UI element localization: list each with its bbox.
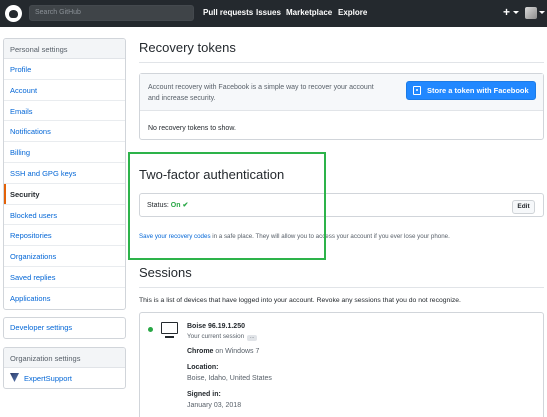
recovery-description-line: and increase security. — [148, 95, 216, 102]
personal-settings-menu: Personal settings Profile Account Emails… — [3, 38, 126, 310]
recovery-description-line: Account recovery with Facebook is a simp… — [148, 84, 374, 91]
no-recovery-tokens-text: No recovery tokens to show. — [148, 125, 236, 132]
nav-explore[interactable]: Explore — [338, 8, 367, 17]
nav-issues[interactable]: Issues — [256, 8, 281, 17]
session-more-button[interactable]: … — [247, 335, 258, 341]
plus-icon[interactable]: + — [503, 6, 510, 18]
sidebar-item-notifications[interactable]: Notifications — [4, 121, 125, 143]
nav-marketplace[interactable]: Marketplace — [286, 8, 332, 17]
sidebar-item-expertsupport[interactable]: ExpertSupport — [4, 368, 125, 388]
recovery-description: Account recovery with Facebook is a simp… — [148, 82, 374, 104]
edit-two-factor-button[interactable]: Edit — [512, 200, 535, 214]
personal-settings-heading: Personal settings — [4, 39, 125, 59]
recovery-tokens-title: Recovery tokens — [139, 40, 236, 55]
sidebar-item-ssh-gpg-keys[interactable]: SSH and GPG keys — [4, 163, 125, 184]
chevron-down-icon[interactable] — [513, 11, 519, 14]
session-location-ip: Boise 96.19.1.250 — [187, 323, 245, 330]
org-name: ExpertSupport — [24, 374, 72, 383]
sidebar-item-developer-settings[interactable]: Developer settings — [4, 318, 125, 338]
divider — [139, 62, 544, 63]
desktop-monitor-icon — [161, 322, 178, 334]
github-logo-icon[interactable] — [5, 5, 22, 22]
nav-pull-requests[interactable]: Pull requests — [203, 8, 253, 17]
session-location-label: Location: — [187, 364, 219, 371]
divider — [139, 287, 544, 288]
recovery-tokens-box: Account recovery with Facebook is a simp… — [139, 73, 544, 140]
sidebar-item-account[interactable]: Account — [4, 80, 125, 101]
developer-settings-menu: Developer settings — [3, 317, 126, 339]
user-avatar[interactable] — [525, 7, 537, 19]
recovery-tokens-box-header: Account recovery with Facebook is a simp… — [140, 74, 543, 111]
sidebar-item-emails[interactable]: Emails — [4, 101, 125, 122]
current-session-label: Your current session — [187, 333, 245, 340]
session-signed-in-value: January 03, 2018 — [187, 402, 242, 409]
sessions-description: This is a list of devices that have logg… — [139, 297, 461, 304]
sidebar-item-organizations[interactable]: Organizations — [4, 246, 125, 267]
sidebar-item-applications[interactable]: Applications — [4, 288, 125, 309]
sidebar-item-security[interactable]: Security — [4, 183, 125, 205]
store-token-facebook-button[interactable]: Store a token with Facebook — [406, 81, 536, 100]
organization-settings-menu: Organization settings ExpertSupport — [3, 347, 126, 389]
highlight-annotation — [128, 152, 326, 260]
sidebar-item-repositories[interactable]: Repositories — [4, 225, 125, 247]
sessions-title: Sessions — [139, 265, 192, 280]
org-avatar-icon — [10, 373, 19, 382]
sidebar-item-saved-replies[interactable]: Saved replies — [4, 267, 125, 288]
sidebar-item-blocked-users[interactable]: Blocked users — [4, 205, 125, 226]
store-token-label: Store a token with Facebook — [427, 86, 529, 95]
session-os: on Windows 7 — [213, 348, 260, 355]
sidebar-item-billing[interactable]: Billing — [4, 142, 125, 163]
session-details: Boise 96.19.1.250 Your current session… … — [187, 321, 272, 411]
search-input[interactable]: Search GitHub — [29, 5, 194, 21]
sidebar-item-profile[interactable]: Profile — [4, 59, 125, 80]
chevron-down-icon[interactable] — [539, 11, 545, 14]
monitor-stand — [165, 336, 174, 338]
session-location-value: Boise, Idaho, United States — [187, 375, 272, 382]
top-header: Search GitHub Pull requests Issues Marke… — [0, 0, 547, 27]
organization-settings-heading: Organization settings — [4, 348, 125, 368]
session-browser: Chrome on Windows 7 — [187, 346, 272, 357]
current-session-row: Your current session… — [187, 332, 272, 341]
session-signed-in-label: Signed in: — [187, 391, 221, 398]
session-list-box: Boise 96.19.1.250 Your current session… … — [139, 312, 544, 417]
session-browser-name: Chrome — [187, 348, 214, 355]
lock-icon — [413, 86, 421, 95]
active-session-dot-icon — [148, 327, 153, 332]
